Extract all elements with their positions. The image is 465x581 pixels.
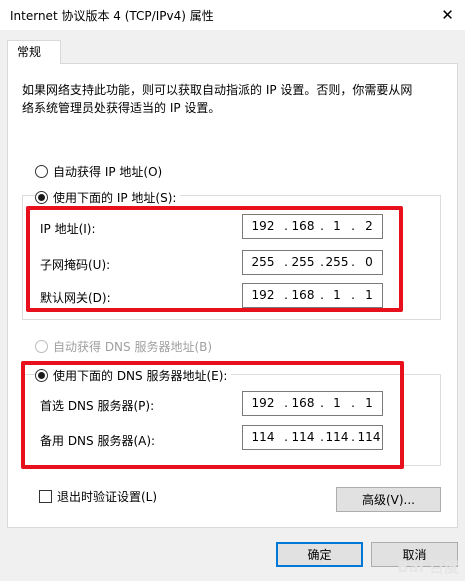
- preferred-dns-input[interactable]: 192 . 168 . 1 . 1: [242, 391, 383, 416]
- auto-dns-radio[interactable]: [35, 340, 48, 353]
- ip-octet-4: 2: [365, 219, 373, 233]
- mask-octet-3: 255: [325, 255, 349, 269]
- ip-octet-3: 1: [333, 219, 341, 233]
- validate-checkbox[interactable]: [39, 490, 52, 503]
- mask-octet-4: 0: [365, 255, 373, 269]
- preferred-dns-label: 首选 DNS 服务器(P):: [40, 399, 155, 413]
- validate-option[interactable]: 退出时验证设置(L): [39, 488, 157, 505]
- auto-dns-option[interactable]: 自动获得 DNS 服务器地址(B): [35, 338, 212, 355]
- window-title: Internet 协议版本 4 (TCP/IPv4) 属性: [10, 9, 214, 23]
- ip-address-input[interactable]: 192 . 168 . 1 . 2: [242, 214, 383, 239]
- auto-ip-option[interactable]: 自动获得 IP 地址(O): [35, 163, 162, 180]
- pdns-octet-1: 192: [251, 396, 275, 410]
- gateway-octet-3: 1: [333, 288, 341, 302]
- default-gateway-input[interactable]: 192 . 168 . 1 . 1: [242, 283, 383, 308]
- adns-octet-4: 114: [357, 430, 381, 444]
- auto-ip-radio[interactable]: [35, 165, 48, 178]
- pdns-octet-3: 1: [333, 396, 341, 410]
- manual-ip-option[interactable]: 使用下面的 IP 地址(S):: [35, 189, 181, 206]
- ok-button[interactable]: 确定: [276, 542, 363, 567]
- description-line-1: 如果网络支持此功能，则可以获取自动指派的 IP 设置。否则，你需要从网: [22, 83, 413, 97]
- dns-groupbox: [22, 374, 441, 466]
- ip-octet-1: 192: [251, 219, 275, 233]
- description-line-2: 络系统管理员处获得适当的 IP 设置。: [22, 101, 221, 115]
- tab-general[interactable]: 常规: [7, 40, 61, 64]
- pdns-octet-2: 168: [291, 396, 315, 410]
- advanced-button[interactable]: 高级(V)...: [336, 487, 441, 512]
- pdns-octet-4: 1: [365, 396, 373, 410]
- subnet-mask-input[interactable]: 255 . 255 . 255 . 0: [242, 250, 383, 275]
- adns-octet-3: 114: [325, 430, 349, 444]
- auto-dns-label: 自动获得 DNS 服务器地址(B): [53, 340, 213, 354]
- manual-dns-option[interactable]: 使用下面的 DNS 服务器地址(E):: [35, 367, 232, 384]
- default-gateway-label: 默认网关(D):: [40, 291, 111, 305]
- gateway-octet-4: 1: [365, 288, 373, 302]
- mask-octet-2: 255: [291, 255, 315, 269]
- subnet-mask-label: 子网掩码(U):: [40, 258, 111, 272]
- alternate-dns-input[interactable]: 114 . 114 . 114 . 114: [242, 425, 383, 450]
- gateway-octet-1: 192: [251, 288, 275, 302]
- title-bar: Internet 协议版本 4 (TCP/IPv4) 属性 ✕: [0, 0, 465, 30]
- manual-ip-label: 使用下面的 IP 地址(S):: [53, 191, 177, 205]
- manual-dns-label: 使用下面的 DNS 服务器地址(E):: [53, 369, 228, 383]
- mask-octet-1: 255: [251, 255, 275, 269]
- ip-address-label: IP 地址(I):: [40, 222, 96, 236]
- baidu-watermark: Bai 百度: [397, 558, 459, 576]
- manual-dns-radio[interactable]: [35, 369, 48, 382]
- adns-octet-1: 114: [251, 430, 275, 444]
- alternate-dns-label: 备用 DNS 服务器(A):: [40, 434, 156, 448]
- auto-ip-label: 自动获得 IP 地址(O): [53, 165, 163, 179]
- manual-ip-radio[interactable]: [35, 191, 48, 204]
- gateway-octet-2: 168: [291, 288, 315, 302]
- close-icon[interactable]: ✕: [430, 0, 465, 30]
- adns-octet-2: 114: [291, 430, 315, 444]
- ip-octet-2: 168: [291, 219, 315, 233]
- validate-label: 退出时验证设置(L): [57, 490, 158, 504]
